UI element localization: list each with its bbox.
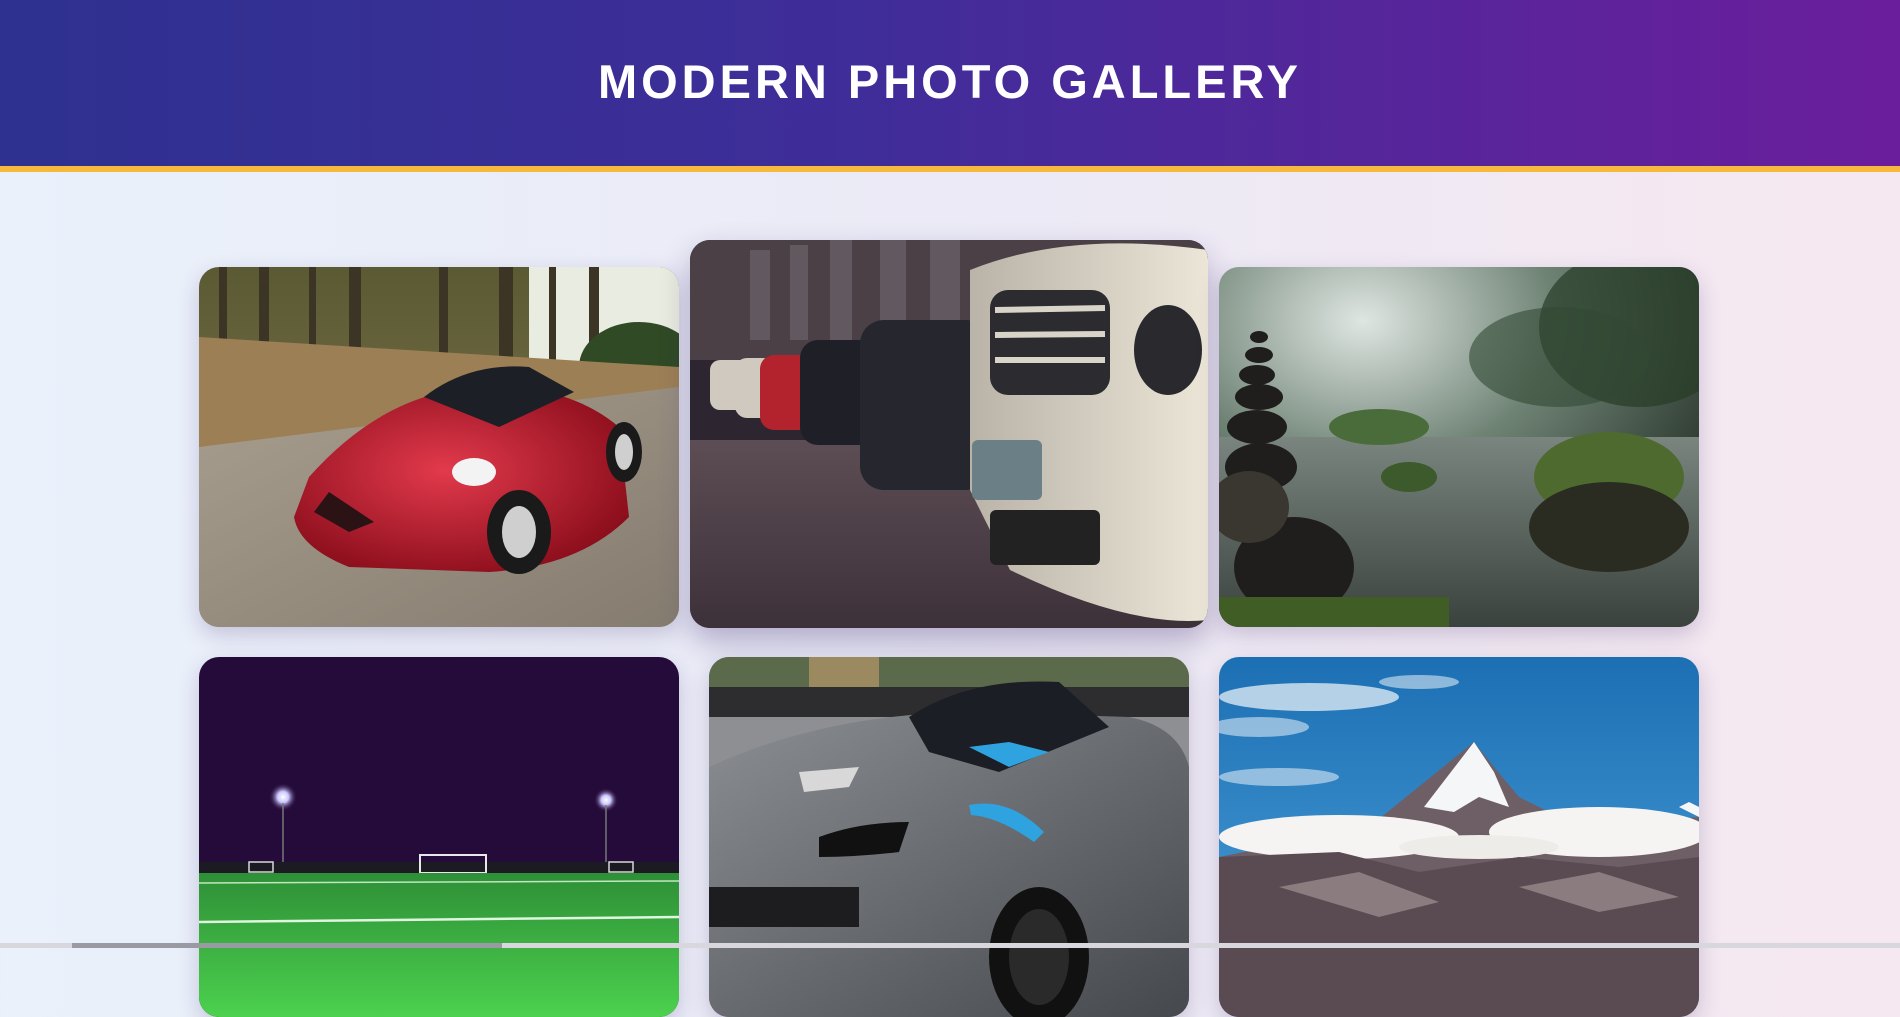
gallery-photo-river-stones[interactable]: [1219, 267, 1699, 627]
gallery-photo-football-pitch[interactable]: [199, 657, 679, 1017]
page-header: MODERN PHOTO GALLERY: [0, 0, 1900, 172]
scrollbar-thumb[interactable]: [72, 943, 502, 948]
gallery-photo-mountain-peak[interactable]: [1219, 657, 1699, 1017]
gallery-photo-parked-cars[interactable]: [690, 240, 1208, 628]
red-sports-car-image: [199, 267, 679, 627]
river-stones-image: [1219, 267, 1699, 627]
gallery-photo-red-sports-car[interactable]: [199, 267, 679, 627]
parked-cars-image: [690, 240, 1208, 628]
page-title: MODERN PHOTO GALLERY: [597, 54, 1303, 108]
mountain-peak-image: [1219, 657, 1699, 1017]
grey-sports-car-image: [709, 657, 1189, 1017]
football-pitch-image: [199, 657, 679, 1017]
gallery-photo-grey-sports-car[interactable]: [709, 657, 1189, 1017]
horizontal-scrollbar[interactable]: [0, 943, 1900, 948]
